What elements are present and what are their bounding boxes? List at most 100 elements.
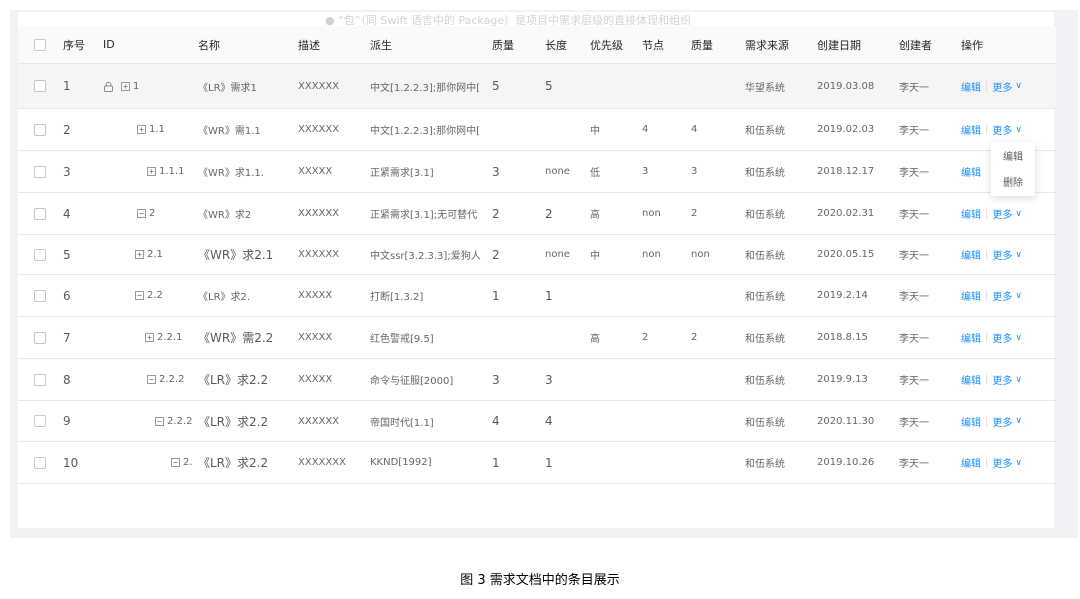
row-priority: 低 — [590, 168, 600, 179]
table-row[interactable]: 1 +1 《LR》需求1 XXXXXX 中文[1.2.2.3];那你网中[5 5 华望系统 2… — [18, 64, 1056, 109]
table-row[interactable]: 4−2 《WR》求2 XXXXXX 正紧需求[3.1];无可替代 2 2 高 non 2 和伍系统… — [18, 193, 1056, 235]
row-checkbox-cell — [34, 64, 46, 108]
chevron-down-icon[interactable]: ∨ — [1015, 125, 1022, 135]
column-header-node[interactable]: 节点 — [642, 26, 664, 63]
row-checkbox[interactable] — [34, 289, 46, 302]
table-row[interactable]: 5 +2.1 《WR》求2.1 XXXXXX 中文ssr[3.2.3.3];爱狗人 2 no… — [18, 235, 1056, 275]
chevron-down-icon[interactable]: ∨ — [1015, 250, 1022, 260]
row-seq: 2 — [63, 122, 71, 137]
row-checkbox[interactable] — [34, 165, 46, 178]
edit-link[interactable]: 编辑 — [961, 79, 981, 94]
column-header-length[interactable]: 长度 — [545, 26, 567, 63]
row-checkbox[interactable] — [34, 373, 46, 386]
table-row[interactable]: 2 +1.1 《WR》需1.1 XXXXXX 中文[1.2.2.3];那你网中[中 4 4 和… — [18, 109, 1056, 151]
more-link[interactable]: 更多 — [992, 414, 1012, 429]
more-link[interactable]: 更多 — [992, 122, 1012, 137]
more-link[interactable]: 更多 — [992, 79, 1012, 94]
row-source: 和伍系统 — [745, 417, 785, 429]
edit-link[interactable]: 编辑 — [961, 206, 981, 221]
row-id: +1 — [121, 64, 139, 108]
row-date: 2020.05.15 — [817, 249, 875, 260]
select-all-checkbox[interactable] — [34, 38, 46, 51]
row-source: 和伍系统 — [745, 210, 785, 221]
row-checkbox[interactable] — [34, 248, 46, 261]
edit-link[interactable]: 编辑 — [961, 247, 981, 262]
edit-link[interactable]: 编辑 — [961, 122, 981, 137]
row-checkbox[interactable] — [34, 456, 46, 469]
column-header-date[interactable]: 创建日期 — [817, 26, 861, 63]
row-quality: 1 — [492, 455, 500, 470]
expand-icon[interactable]: + — [147, 167, 156, 176]
table-row[interactable]: 10 −2. 《LR》求2.2 XXXXXXX KKND[1992] 1 1 和伍系统 2019… — [18, 442, 1056, 484]
more-link[interactable]: 更多 — [992, 247, 1012, 262]
dropdown-item-edit[interactable]: 编辑 — [991, 142, 1035, 168]
expand-icon[interactable]: + — [121, 81, 130, 91]
edit-link[interactable]: 编辑 — [961, 414, 981, 429]
collapse-icon[interactable]: − — [135, 291, 144, 300]
row-checkbox[interactable] — [34, 207, 46, 220]
dropdown-item-delete[interactable]: 删除 — [991, 168, 1035, 194]
column-header-desc[interactable]: 描述 — [298, 26, 320, 63]
action-separator: | — [985, 80, 989, 92]
column-header-source[interactable]: 需求来源 — [745, 26, 789, 63]
expand-icon[interactable]: + — [135, 250, 144, 259]
row-length: none — [545, 249, 570, 260]
row-quality2: non — [691, 249, 710, 260]
collapse-icon[interactable]: − — [171, 458, 180, 467]
table-row[interactable]: 3 +1.1.1 《WR》求1.1. XXXXX 正紧需求[3.1] 3 none 低 3 3 和伍… — [18, 151, 1056, 193]
row-derive: 打断[1.3.2] — [370, 292, 424, 303]
action-separator: | — [985, 415, 989, 427]
row-actions: 编辑 — [961, 151, 981, 192]
expand-icon[interactable]: + — [145, 333, 154, 342]
row-checkbox[interactable] — [34, 123, 46, 136]
column-header-ops[interactable]: 操作 — [961, 26, 983, 63]
column-header-creator[interactable]: 创建者 — [899, 26, 932, 63]
more-link[interactable]: 更多 — [992, 288, 1012, 303]
column-header-quality2[interactable]: 质量 — [691, 26, 713, 63]
row-length: 3 — [545, 372, 553, 387]
chevron-down-icon[interactable]: ∨ — [1015, 81, 1022, 91]
row-derive: 中文[1.2.2.3];那你网中[ — [370, 82, 481, 94]
table-row[interactable]: 8 −2.2.2 《LR》求2.2 XXXXX 命令与征服[2000] 3 3 和伍系统 201… — [18, 359, 1056, 401]
row-quality2: 2 — [691, 332, 698, 343]
more-link[interactable]: 更多 — [992, 372, 1012, 387]
column-header-name[interactable]: 名称 — [198, 26, 220, 63]
column-header-seq[interactable]: 序号 — [63, 26, 85, 63]
more-link[interactable]: 更多 — [992, 206, 1012, 221]
collapse-icon[interactable]: − — [155, 416, 164, 426]
row-checkbox[interactable] — [34, 331, 46, 344]
collapse-icon[interactable]: − — [137, 209, 146, 218]
more-link[interactable]: 更多 — [992, 455, 1012, 470]
row-id-text: 2.2 — [147, 290, 163, 301]
collapse-icon[interactable]: − — [147, 375, 156, 384]
row-actions: 编辑 | 更多 ∨ — [961, 359, 1022, 400]
edit-link[interactable]: 编辑 — [961, 455, 981, 470]
table-row[interactable]: 9 −2.2.2 《LR》求2.2 XXXXXX 帝国时代[1.1] 4 4 和伍系统 2020… — [18, 401, 1056, 442]
chevron-down-icon[interactable]: ∨ — [1015, 416, 1022, 426]
edit-link[interactable]: 编辑 — [961, 330, 981, 345]
row-seq: 7 — [63, 330, 71, 345]
row-priority: 高 — [590, 334, 600, 345]
column-header-id[interactable]: ID — [103, 26, 115, 63]
table-row[interactable]: 6 −2.2 《LR》求2. XXXXX 打断[1.3.2] 1 1 和伍系统 2019.2.1… — [18, 275, 1056, 317]
expand-icon[interactable]: + — [137, 125, 146, 134]
chevron-down-icon[interactable]: ∨ — [1015, 333, 1022, 343]
more-link[interactable]: 更多 — [992, 330, 1012, 345]
chevron-down-icon[interactable]: ∨ — [1015, 209, 1022, 219]
column-header-priority[interactable]: 优先级 — [590, 26, 623, 63]
table-row[interactable]: 7 +2.2.1 《WR》需2.2 XXXXX 红色警戒[9.5] 高 2 2 和伍系统 2018… — [18, 317, 1056, 359]
row-actions: 编辑 | 更多 ∨ — [961, 64, 1022, 108]
row-name: 《LR》求2.2 — [198, 414, 269, 429]
chevron-down-icon[interactable]: ∨ — [1015, 291, 1022, 301]
edit-link[interactable]: 编辑 — [961, 164, 981, 179]
chevron-down-icon[interactable]: ∨ — [1015, 458, 1022, 468]
row-priority: 高 — [590, 210, 600, 221]
column-header-derive[interactable]: 派生 — [370, 26, 392, 63]
column-header-quality[interactable]: 质量 — [492, 26, 514, 63]
edit-link[interactable]: 编辑 — [961, 288, 981, 303]
edit-link[interactable]: 编辑 — [961, 372, 981, 387]
row-name: 《LR》求2.2 — [198, 456, 269, 470]
chevron-down-icon[interactable]: ∨ — [1015, 375, 1022, 385]
row-checkbox[interactable] — [34, 415, 46, 427]
row-checkbox[interactable] — [34, 80, 46, 92]
